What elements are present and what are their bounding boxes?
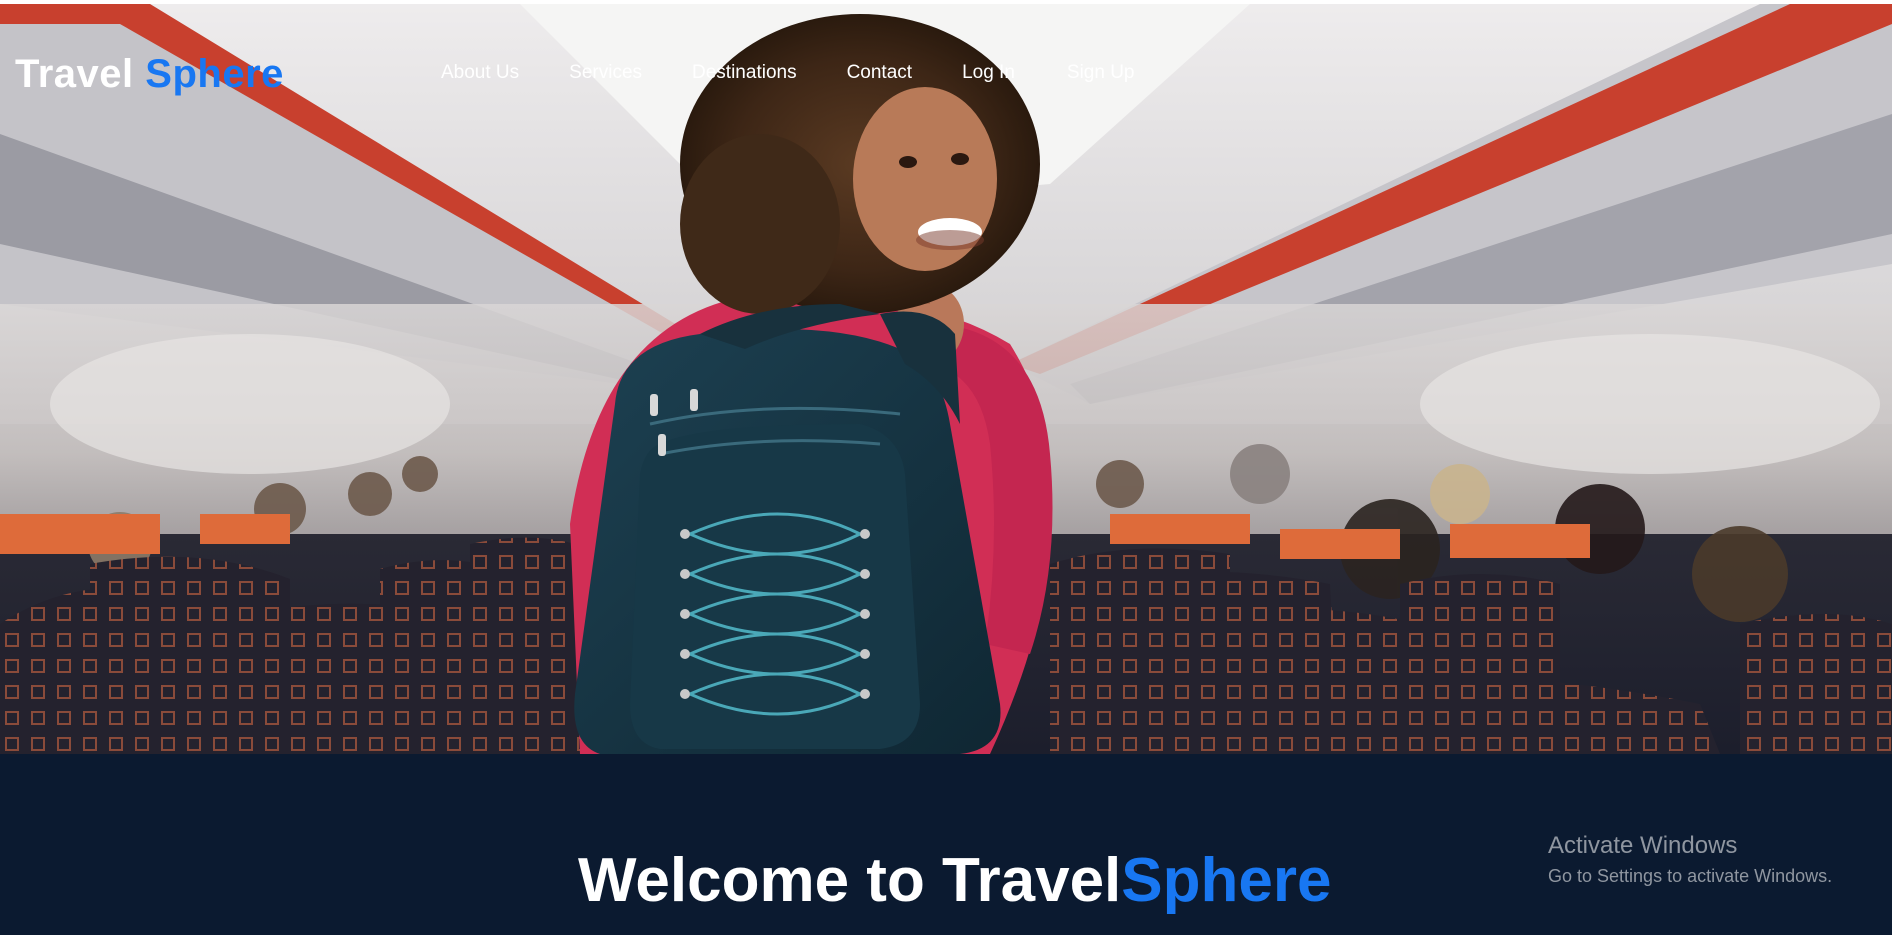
- main-navigation: About Us Services Destinations Contact L…: [441, 62, 1135, 84]
- logo-primary-text: Travel: [15, 52, 134, 96]
- logo-accent-text: Sphere: [145, 52, 284, 96]
- welcome-heading-accent: Sphere: [1121, 846, 1332, 915]
- watermark-title: Activate Windows: [1548, 832, 1738, 859]
- nav-link-log-in[interactable]: Log In: [962, 62, 1015, 84]
- nav-link-destinations[interactable]: Destinations: [692, 62, 797, 84]
- nav-link-sign-up[interactable]: Sign Up: [1067, 62, 1135, 84]
- watermark-subtitle: Go to Settings to activate Windows.: [1548, 866, 1833, 886]
- welcome-heading-prefix: Welcome to Travel: [578, 846, 1122, 915]
- nav-link-about-us[interactable]: About Us: [441, 62, 519, 84]
- top-navbar: Travel Sphere About Us Services Destinat…: [0, 4, 1892, 144]
- windows-activation-watermark: Activate Windows Go to Settings to activ…: [1548, 832, 1832, 887]
- welcome-heading: Welcome to TravelSphere: [578, 845, 1332, 916]
- nav-link-contact[interactable]: Contact: [847, 62, 912, 84]
- nav-link-services[interactable]: Services: [569, 62, 642, 84]
- brand-logo[interactable]: Travel Sphere: [15, 52, 284, 97]
